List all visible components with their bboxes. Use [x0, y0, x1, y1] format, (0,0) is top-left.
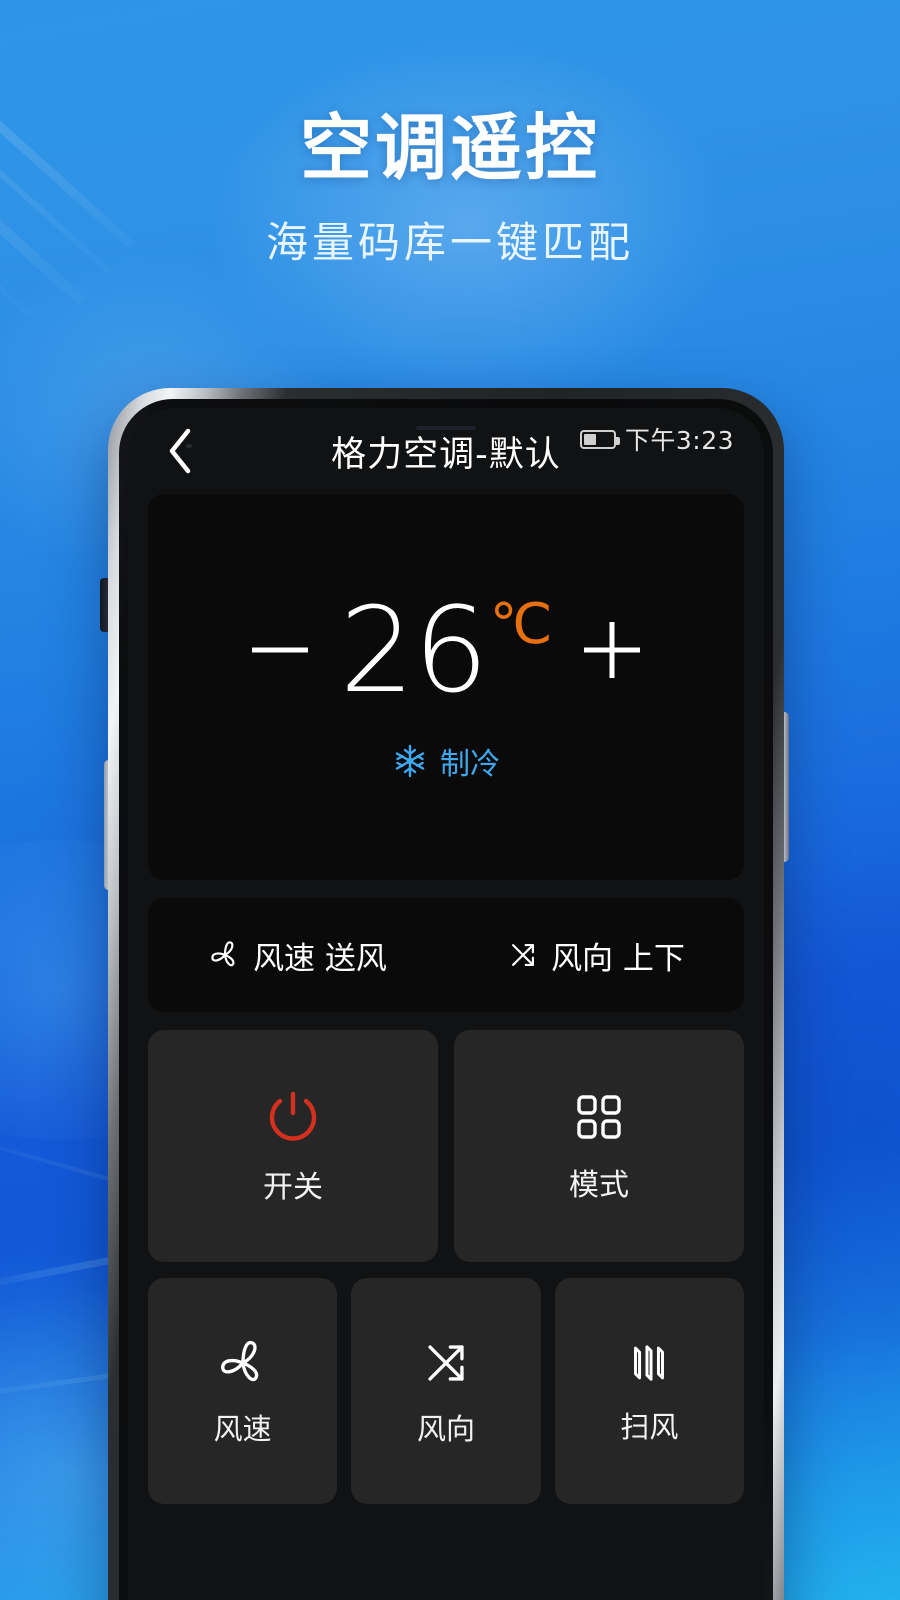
power-button-label: 开关 — [263, 1170, 323, 1205]
secondary-button-grid: 风速 风向 扫风 — [148, 1278, 744, 1504]
swing-button[interactable]: 扫风 — [554, 1278, 744, 1504]
promo-subheadline: 海量码库一键匹配 — [265, 218, 634, 267]
fan-speed-status[interactable]: 风速 送风 — [148, 933, 446, 978]
current-mode-label: 制冷 — [440, 747, 500, 782]
swing-arrows-icon — [428, 1345, 464, 1381]
mode-grid-icon — [577, 1095, 621, 1139]
power-button[interactable]: 开关 — [148, 1030, 438, 1262]
back-button[interactable] — [154, 424, 208, 478]
temperature-increase-button[interactable] — [553, 610, 671, 690]
swing-button-label: 扫风 — [620, 1410, 679, 1444]
swing-arrows-icon — [512, 944, 535, 966]
wind-direction-status-label: 风向 上下 — [551, 940, 685, 977]
snowflake-icon — [395, 744, 425, 778]
power-icon — [269, 1091, 317, 1141]
back-chevron-icon — [169, 428, 191, 474]
temperature-row: 26 ℃ — [148, 591, 744, 709]
fan-icon — [211, 941, 235, 967]
status-strip: 风速 送风 风向 上下 — [148, 898, 744, 1012]
wind-direction-button-label: 风向 — [416, 1412, 475, 1446]
fan-speed-button[interactable]: 风速 — [148, 1278, 338, 1504]
temperature-decrease-button[interactable] — [221, 610, 339, 690]
plus-icon — [583, 622, 640, 678]
promo-banner: 空调遥控 海量码库一键匹配 下午3:23 格力空调-默认 26 ℃ 制冷 风速 … — [0, 0, 900, 1600]
temperature-panel: 26 ℃ 制冷 — [148, 494, 744, 880]
temperature-unit: ℃ — [489, 592, 553, 657]
promo-headline: 空调遥控 — [299, 106, 600, 190]
wind-direction-button[interactable]: 风向 — [351, 1278, 541, 1504]
phone-screen: 下午3:23 格力空调-默认 26 ℃ 制冷 风速 送风 风向 上下 开关 模式… — [128, 408, 764, 1600]
remote-content: 26 ℃ 制冷 风速 送风 风向 上下 开关 模式 风速 风向 扫风 — [128, 494, 764, 1504]
fan-icon — [220, 1341, 258, 1382]
phone-bezel: 下午3:23 格力空调-默认 26 ℃ 制冷 风速 送风 风向 上下 开关 模式… — [119, 399, 773, 1600]
promo-text-block: 空调遥控 海量码库一键匹配 — [0, 0, 900, 264]
phone-mockup: 下午3:23 格力空调-默认 26 ℃ 制冷 风速 送风 风向 上下 开关 模式… — [108, 388, 784, 1600]
temperature-value: 26 — [339, 581, 488, 719]
wind-direction-status[interactable]: 风向 上下 — [446, 933, 744, 978]
fan-speed-button-label: 风速 — [213, 1412, 272, 1446]
minus-icon — [252, 647, 309, 653]
fan-speed-status-label: 风速 送风 — [253, 940, 387, 977]
louver-icon — [634, 1345, 665, 1381]
page-title: 格力空调-默认 — [331, 434, 561, 475]
app-bar: 格力空调-默认 — [128, 408, 764, 494]
temperature-readout: 26 ℃ — [339, 591, 552, 709]
current-mode-indicator: 制冷 — [392, 739, 500, 783]
mode-button-label: 模式 — [569, 1168, 629, 1203]
mode-button[interactable]: 模式 — [454, 1030, 744, 1262]
primary-button-grid: 开关 模式 — [148, 1030, 744, 1262]
